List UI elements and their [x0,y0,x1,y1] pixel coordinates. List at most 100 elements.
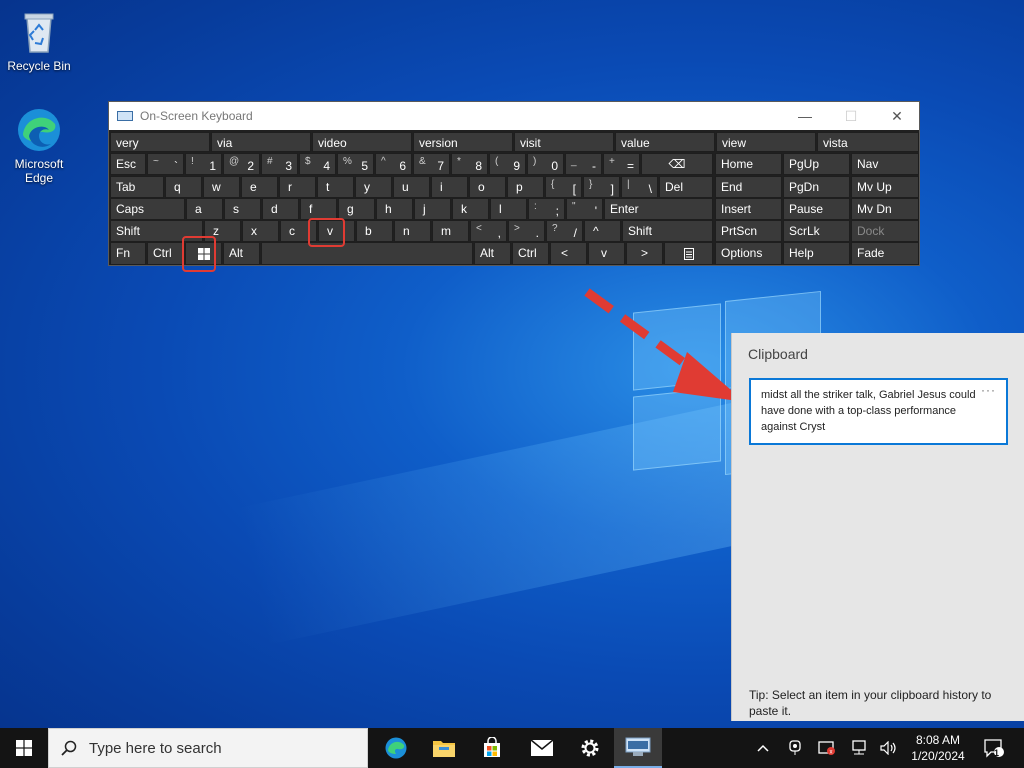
key-slash[interactable]: ? / [546,220,583,242]
desktop-icon-edge[interactable]: Microsoft Edge [4,106,74,185]
tray-security[interactable]: x [816,728,838,768]
key-5[interactable]: % 5 [337,153,374,175]
key-a[interactable]: a [186,198,223,220]
key-l[interactable]: l [490,198,527,220]
more-options-icon[interactable]: ··· [981,382,996,398]
taskbar-on-screen-keyboard[interactable] [614,728,662,768]
desktop-icon-recycle-bin[interactable]: Recycle Bin [4,8,74,73]
key-4[interactable]: $4 [299,153,336,175]
taskbar-mail[interactable] [518,728,566,768]
key-p[interactable]: p [507,176,544,198]
key-backtick[interactable]: ~ ` [147,153,184,175]
key-d[interactable]: d [262,198,299,220]
key-alt-left[interactable]: Alt [223,242,260,265]
key-quote[interactable]: " ' [566,198,603,220]
key-x[interactable]: x [242,220,279,242]
key-shift-right[interactable]: Shift [622,220,713,242]
prediction-very[interactable]: very [110,132,210,152]
key-caps[interactable]: Caps [110,198,185,220]
prediction-view[interactable]: view [716,132,816,152]
key-b[interactable]: b [356,220,393,242]
key-y[interactable]: y [355,176,392,198]
key-options[interactable]: Options [715,242,782,265]
close-button[interactable]: ✕ [874,102,920,130]
key-g[interactable]: g [338,198,375,220]
key-equals[interactable]: + = [603,153,640,175]
prediction-via[interactable]: via [211,132,311,152]
key-9[interactable]: (9 [489,153,526,175]
key-2[interactable]: @2 [223,153,260,175]
key-0[interactable]: ) 0 [527,153,564,175]
start-button[interactable] [0,728,48,768]
key-backslash[interactable]: | \ [621,176,658,198]
key-help[interactable]: Help [783,242,850,265]
key-dock[interactable]: Dock [851,220,919,242]
key-m[interactable]: m [432,220,469,242]
key-3[interactable]: #3 [261,153,298,175]
key-7[interactable]: & 7 [413,153,450,175]
tray-volume[interactable] [878,728,900,768]
key-insert[interactable]: Insert [715,198,782,220]
key-r[interactable]: r [279,176,316,198]
key-q[interactable]: q [165,176,202,198]
key-right-arrow[interactable]: > [626,242,663,265]
key-ctrl-right[interactable]: Ctrl [512,242,549,265]
key-o[interactable]: o [469,176,506,198]
key-space[interactable] [261,242,473,265]
prediction-value[interactable]: value [615,132,715,152]
key-w[interactable]: w [203,176,240,198]
key-minus[interactable]: _ - [565,153,602,175]
tray-meet-now[interactable] [784,728,806,768]
key-fn[interactable]: Fn [110,242,146,265]
key-fade[interactable]: Fade [851,242,919,265]
key-pgup[interactable]: PgUp [783,153,850,175]
key-tab[interactable]: Tab [110,176,164,198]
key-semicolon[interactable]: :; [528,198,565,220]
osk-title-bar[interactable]: On-Screen Keyboard — ☐ ✕ [109,102,919,130]
key-e[interactable]: e [241,176,278,198]
key-pgdn[interactable]: PgDn [783,176,850,198]
key-esc[interactable]: Esc [110,153,146,175]
key-enter[interactable]: Enter [604,198,713,220]
prediction-vista[interactable]: vista [817,132,919,152]
key-i[interactable]: i [431,176,468,198]
tray-network[interactable] [848,728,870,768]
key-nav[interactable]: Nav [851,153,919,175]
key-open-bracket[interactable]: {[ [545,176,582,198]
key-comma[interactable]: <, [470,220,507,242]
key-close-bracket[interactable]: }] [583,176,620,198]
key-menu[interactable] [664,242,713,265]
taskbar-file-explorer[interactable] [420,728,468,768]
key-down-arrow[interactable]: v [588,242,625,265]
prediction-version[interactable]: version [413,132,513,152]
key-backspace[interactable]: ⌫ [641,153,713,175]
key-prtscn[interactable]: PrtScn [715,220,782,242]
key-ctrl-left[interactable]: Ctrl [147,242,184,265]
key-u[interactable]: u [393,176,430,198]
key-s[interactable]: s [224,198,261,220]
key-h[interactable]: h [376,198,413,220]
key-6[interactable]: ^ 6 [375,153,412,175]
key-n[interactable]: n [394,220,431,242]
show-hidden-icons-chevron[interactable] [752,728,774,768]
maximize-button[interactable]: ☐ [828,102,874,130]
key-up-arrow[interactable]: ^ [584,220,621,242]
taskbar-clock[interactable]: 8:08 AM 1/20/2024 [904,732,972,764]
taskbar-search-box[interactable]: Type here to search [48,728,368,768]
key-del[interactable]: Del [659,176,713,198]
key-1[interactable]: ! 1 [185,153,222,175]
key-8[interactable]: * 8 [451,153,488,175]
key-j[interactable]: j [414,198,451,220]
prediction-visit[interactable]: visit [514,132,614,152]
key-f[interactable]: f [300,198,337,220]
key-mv-up[interactable]: Mv Up [851,176,919,198]
key-scrlk[interactable]: ScrLk [783,220,850,242]
key-pause[interactable]: Pause [783,198,850,220]
taskbar-edge[interactable] [372,728,420,768]
key-home[interactable]: Home [715,153,782,175]
prediction-video[interactable]: video [312,132,412,152]
key-end[interactable]: End [715,176,782,198]
key-alt-right[interactable]: Alt [474,242,511,265]
key-left-arrow[interactable]: < [550,242,587,265]
key-mv-dn[interactable]: Mv Dn [851,198,919,220]
